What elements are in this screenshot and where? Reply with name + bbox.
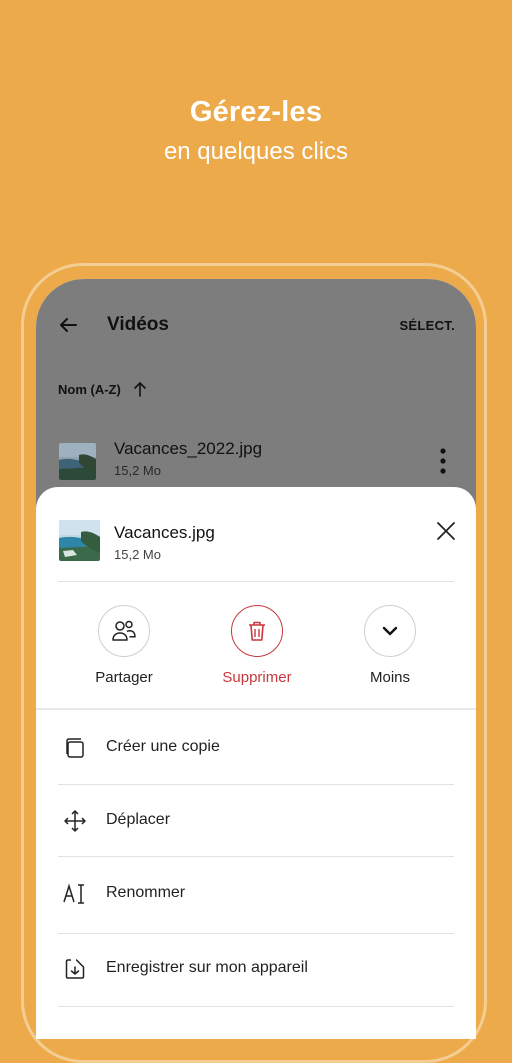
delete-button-circle[interactable]	[231, 605, 283, 657]
chevron-down-icon	[382, 626, 398, 636]
menu-item-label: Déplacer	[106, 811, 171, 828]
select-button[interactable]: SÉLECT.	[399, 318, 455, 333]
share-label: Partager	[95, 669, 153, 686]
page-title: Vidéos	[107, 314, 169, 335]
section-divider	[36, 708, 476, 710]
phone-screen: Vidéos SÉLECT. Nom (A-Z) Vacances_2022.j…	[36, 279, 476, 1039]
menu-item-label: Créer une copie	[106, 738, 220, 755]
people-icon	[112, 620, 136, 641]
bottom-sheet: Vacances.jpg 15,2 Mo Partager Supprimer …	[36, 487, 476, 1039]
delete-label: Supprimer	[222, 669, 292, 686]
menu-item-download[interactable]: Enregistrer sur mon appareil	[36, 939, 476, 999]
trash-icon	[249, 621, 265, 641]
menu-item-rename[interactable]: Renommer	[36, 864, 476, 924]
divider	[58, 1006, 454, 1007]
file-size: 15,2 Mo	[114, 463, 161, 478]
rename-icon	[63, 883, 84, 904]
sort-ascending-icon[interactable]	[133, 381, 147, 397]
menu-item-label: Renommer	[106, 884, 186, 901]
file-thumbnail	[59, 443, 96, 480]
selected-file-name: Vacances.jpg	[114, 523, 215, 542]
download-icon	[65, 959, 85, 979]
back-arrow-icon[interactable]	[56, 313, 80, 337]
copy-icon	[66, 738, 84, 758]
share-button[interactable]: Partager	[64, 605, 184, 686]
sort-label[interactable]: Nom (A-Z)	[58, 382, 121, 397]
selected-file-size: 15,2 Mo	[114, 547, 161, 562]
menu-item-copy[interactable]: Créer une copie	[36, 718, 476, 778]
delete-button[interactable]: Supprimer	[197, 605, 317, 686]
divider	[58, 933, 454, 934]
menu-item-label: Enregistrer sur mon appareil	[106, 959, 308, 976]
file-thumbnail	[59, 520, 100, 561]
app-backdrop-overlay: Vidéos SÉLECT. Nom (A-Z) Vacances_2022.j…	[36, 279, 476, 509]
share-button-circle[interactable]	[98, 605, 150, 657]
move-icon	[64, 810, 86, 832]
hero-subtitle: en quelques clics	[163, 138, 349, 165]
divider	[58, 581, 454, 582]
less-label: Moins	[369, 669, 410, 686]
less-button[interactable]: Moins	[330, 605, 450, 686]
menu-item-move[interactable]: Déplacer	[36, 791, 476, 851]
less-button-circle[interactable]	[364, 605, 416, 657]
hero-title: Gérez-les	[189, 96, 323, 128]
file-name[interactable]: Vacances_2022.jpg	[114, 439, 262, 459]
divider	[58, 784, 454, 785]
more-options-icon[interactable]	[438, 448, 448, 474]
divider	[58, 856, 454, 857]
close-icon[interactable]	[434, 519, 458, 543]
